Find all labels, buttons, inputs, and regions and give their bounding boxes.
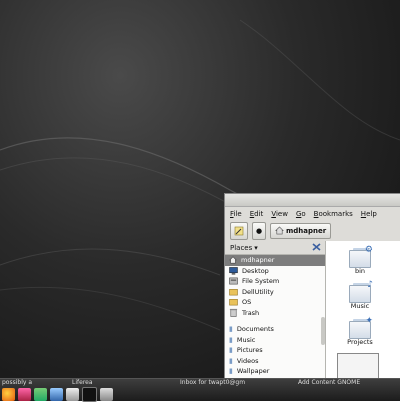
bookmark-folder-icon: ▮ (229, 367, 233, 376)
music-note-emblem-icon: ♪ (367, 280, 373, 290)
sidebar-item-label: OS (242, 298, 252, 307)
sidebar-item-pictures[interactable]: ▮ Pictures (225, 345, 325, 356)
file-label: bin (354, 267, 366, 275)
window-titlebar[interactable] (225, 194, 400, 207)
sidebar-item-label: Videos (236, 356, 259, 365)
menu-bookmarks[interactable]: Bookmarks (314, 210, 353, 218)
places-title: Places (230, 243, 253, 252)
file-manager-body: Places ▾ mdhapner Desktop File System De… (225, 241, 400, 381)
dropdown-icon[interactable]: ▾ (254, 244, 258, 252)
path-left-arrow-button[interactable]: ● (252, 221, 266, 240)
sidebar-item-desktop[interactable]: Desktop (225, 266, 325, 277)
trash-icon (229, 309, 238, 318)
sidebar-item-wallpaper[interactable]: ▮ Wallpaper (225, 366, 325, 377)
bottom-panel: possibly a Liferea Inbox for twapt0@gm A… (0, 378, 400, 402)
bookmark-folder-icon: ▮ (229, 325, 233, 334)
sidebar-item-mdhapner[interactable]: mdhapner (225, 255, 325, 266)
sidebar-item-trash[interactable]: Trash (225, 308, 325, 319)
graphics-icon[interactable] (50, 387, 63, 401)
file-item-music[interactable]: ♪ Music (338, 280, 382, 310)
sidebar-item-music[interactable]: ▮ Music (225, 335, 325, 346)
menu-help[interactable]: Help (361, 210, 377, 218)
home-icon (229, 256, 237, 264)
path-home-button[interactable]: mdhapner (270, 222, 332, 239)
folder-icon (229, 299, 238, 306)
sparkle-emblem-icon: ✦ (365, 316, 373, 326)
sidebar-item-os[interactable]: OS (225, 297, 325, 308)
folder-icon: ♪ (349, 280, 373, 303)
sidebar-item-label: mdhapner (241, 256, 275, 265)
edit-location-button[interactable] (230, 221, 248, 240)
sidebar-item-label: Wallpaper (236, 367, 270, 376)
sidebar-item-label: Music (236, 335, 256, 344)
file-label: Projects (347, 338, 373, 346)
music-player-icon[interactable] (18, 387, 31, 401)
firefox-icon[interactable] (2, 387, 15, 401)
bookmark-folder-icon: ▮ (229, 335, 233, 344)
folder-icon: ⚙ (349, 245, 373, 268)
pencil-icon (234, 226, 244, 235)
sidebar-item-file-system[interactable]: File System (225, 276, 325, 287)
sidebar-item-label: Pictures (236, 346, 263, 355)
task-button[interactable]: possibly a (2, 379, 32, 387)
task-button[interactable]: Liferea (72, 379, 93, 387)
task-button[interactable]: Inbox for twapt0@gm (180, 379, 245, 387)
menu-view[interactable]: View (271, 210, 288, 218)
close-sidebar-icon[interactable] (312, 243, 321, 253)
sidebar-item-label: Trash (242, 308, 260, 317)
sidebar-item-videos[interactable]: ▮ Videos (225, 356, 325, 367)
file-item-bin[interactable]: ⚙ bin (338, 245, 382, 275)
menu-go[interactable]: Go (296, 210, 306, 218)
sidebar-item-label: Documents (236, 325, 274, 334)
desktop-icon (229, 266, 238, 275)
file-item-projects[interactable]: ✦ Projects (338, 316, 382, 346)
menu-file[interactable]: File (230, 210, 242, 218)
chat-icon[interactable] (34, 387, 47, 401)
editor-icon[interactable] (100, 387, 113, 401)
file-item-image[interactable] (336, 353, 380, 381)
folder-icon (229, 288, 238, 296)
sidebar-item-label: DellUtility (242, 287, 274, 296)
path-home-label: mdhapner (286, 226, 327, 235)
menu-edit[interactable]: Edit (250, 210, 264, 218)
sidebar-item-dellutility[interactable]: DellUtility (225, 287, 325, 298)
launcher-bar (0, 386, 113, 402)
file-view: ⚙ bin ♪ Music ✦ Projects (326, 241, 400, 381)
task-button[interactable]: Add Content GNOME (298, 379, 360, 387)
bookmark-folder-icon: ▮ (229, 356, 233, 365)
home-icon (275, 226, 284, 235)
sidebar-item-documents[interactable]: ▮ Documents (225, 324, 325, 335)
file-manager-window: File Edit View Go Bookmarks Help ● mdhap… (224, 193, 400, 381)
image-thumbnail-icon (337, 353, 379, 381)
sidebar-item-label: Desktop (242, 266, 269, 275)
places-sidebar: Places ▾ mdhapner Desktop File System De… (225, 241, 326, 380)
menubar: File Edit View Go Bookmarks Help (225, 207, 400, 220)
gear-emblem-icon: ⚙ (364, 245, 373, 255)
file-label: Music (350, 302, 370, 310)
drive-icon (229, 277, 238, 285)
notes-icon[interactable] (66, 387, 79, 401)
bullet-icon: ● (255, 226, 263, 235)
bookmark-folder-icon: ▮ (229, 346, 233, 355)
folder-icon: ✦ (349, 316, 373, 339)
sidebar-item-label: File System (242, 277, 280, 286)
places-header[interactable]: Places ▾ (225, 241, 325, 255)
taskbar: possibly a Liferea Inbox for twapt0@gm A… (0, 379, 400, 387)
toolbar: ● mdhapner (225, 220, 400, 242)
sidebar-scrollbar[interactable] (321, 317, 325, 345)
terminal-icon[interactable] (82, 386, 97, 402)
